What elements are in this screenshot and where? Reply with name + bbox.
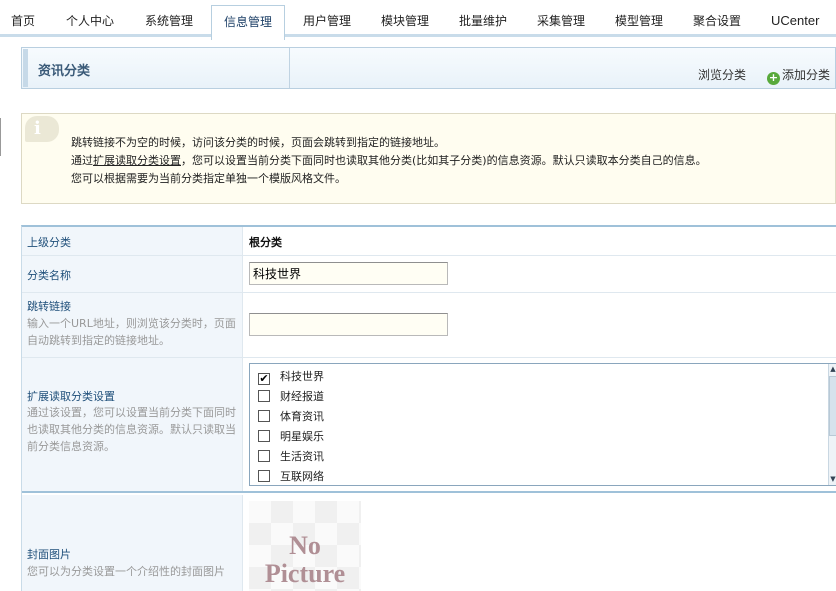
checklist-item-label: 明星娱乐 [280, 430, 324, 443]
nav-tab-users[interactable]: 用户管理 [303, 12, 351, 29]
row-label-cell: 上级分类 [22, 227, 243, 255]
nav-tab-home[interactable]: 首页 [11, 12, 35, 29]
top-nav: 首页 个人中心 系统管理 信息管理 用户管理 模块管理 批量维护 采集管理 模型… [0, 0, 836, 40]
row-label-cell: 跳转链接 输入一个URL地址，则浏览该分类时，页面自动跳转到指定的链接地址。 [22, 293, 243, 357]
checkbox[interactable] [258, 430, 270, 442]
checklist-item-label: 财经报道 [280, 390, 324, 403]
redirect-link-input[interactable] [249, 313, 448, 336]
checklist-item-label: 互联网络 [280, 470, 324, 483]
checkbox[interactable]: ✔ [258, 373, 270, 385]
cover-image-label: 封面图片 [27, 548, 71, 561]
header-accent [23, 49, 28, 87]
cover-image-desc: 您可以为分类设置一个介绍性的封面图片 [27, 565, 225, 578]
category-name-label: 分类名称 [27, 269, 71, 282]
nav-tab-personal[interactable]: 个人中心 [66, 12, 114, 29]
checklist-item[interactable]: ✔ 科技世界 [258, 368, 324, 388]
checklist-item-label: 生活资讯 [280, 450, 324, 463]
plus-circle-icon: + [767, 71, 780, 85]
row-redirect-link: 跳转链接 输入一个URL地址，则浏览该分类时，页面自动跳转到指定的链接地址。 [22, 293, 836, 358]
row-cover-image: 封面图片 您可以为分类设置一个介绍性的封面图片 No Picture [22, 495, 836, 591]
checkbox[interactable] [258, 390, 270, 402]
left-divider [0, 118, 1, 156]
checklist-item[interactable]: 财经报道 [258, 388, 324, 408]
no-picture-text-1: No [289, 531, 321, 560]
scroll-down-arrow-icon[interactable]: ▼ [829, 475, 836, 484]
info-icon: i [25, 116, 59, 142]
help-notice: i 跳转链接不为空的时候，访问该分类的时候，页面会跳转到指定的链接地址。 通过扩… [21, 113, 836, 204]
row-extend-categories: 扩展读取分类设置 通过该设置，您可以设置当前分类下面同时也读取其他分类的信息资源… [22, 358, 836, 493]
checkbox[interactable] [258, 450, 270, 462]
row-value-cell [244, 256, 836, 292]
parent-category-value: 根分类 [249, 236, 282, 249]
row-category-name: 分类名称 [22, 256, 836, 293]
header-divider [289, 48, 290, 88]
row-parent-category: 上级分类 根分类 [22, 227, 836, 256]
no-picture-text-2: Picture [264, 559, 346, 588]
scroll-thumb[interactable] [829, 376, 836, 436]
category-name-input[interactable] [249, 262, 448, 285]
nav-tab-collect[interactable]: 采集管理 [537, 12, 585, 29]
add-category-label: 添加分类 [782, 68, 831, 82]
nav-tab-info[interactable]: 信息管理 [211, 5, 286, 40]
page-title: 资讯分类 [38, 64, 91, 79]
row-value-cell: 根分类 [244, 227, 836, 255]
row-value-cell: No Picture [244, 495, 836, 591]
checklist-scrollbar[interactable]: ▲ ▼ [828, 364, 836, 485]
extend-categories-desc: 通过该设置，您可以设置当前分类下面同时也读取其他分类的信息资源。默认只读取当前分… [27, 406, 236, 453]
checklist-item[interactable]: 生活资讯 [258, 448, 324, 468]
checklist-item[interactable]: 明星娱乐 [258, 428, 324, 448]
parent-category-label: 上级分类 [27, 236, 71, 249]
row-label-cell: 扩展读取分类设置 通过该设置，您可以设置当前分类下面同时也读取其他分类的信息资源… [22, 358, 243, 491]
notice-line-2-pre: 通过 [71, 154, 93, 167]
checklist-item-label: 体育资讯 [280, 410, 324, 423]
row-label-cell: 封面图片 您可以为分类设置一个介绍性的封面图片 [22, 495, 243, 591]
nav-tab-ucenter[interactable]: UCenter [771, 13, 819, 28]
browse-categories-link[interactable]: 浏览分类 [698, 66, 746, 83]
checkbox[interactable] [258, 470, 270, 482]
notice-line-1: 跳转链接不为空的时候，访问该分类的时候，页面会跳转到指定的链接地址。 [71, 136, 445, 149]
extend-categories-label: 扩展读取分类设置 [27, 390, 115, 403]
extend-setting-link[interactable]: 扩展读取分类设置 [93, 154, 181, 167]
nav-tab-models[interactable]: 模型管理 [615, 12, 663, 29]
checkbox[interactable] [258, 410, 270, 422]
row-value-cell: ✔ 科技世界 财经报道 体育资讯 明星娱乐 生活资讯 互联网络 ▲ ▼ [244, 358, 836, 491]
row-value-cell [244, 293, 836, 357]
category-form: 上级分类 根分类 分类名称 跳转链接 输入一个URL地址，则浏览该分类时，页面自… [21, 225, 836, 591]
cover-image-placeholder[interactable]: No Picture [249, 501, 361, 591]
scroll-up-arrow-icon[interactable]: ▲ [829, 365, 836, 374]
nav-tab-system[interactable]: 系统管理 [145, 12, 193, 29]
checklist-item[interactable]: 体育资讯 [258, 408, 324, 428]
notice-line-2: 通过扩展读取分类设置，您可以设置当前分类下面同时也读取其他分类(比如其子分类)的… [71, 152, 707, 168]
nav-tab-batch[interactable]: 批量维护 [459, 12, 507, 29]
notice-line-3: 您可以根据需要为当前分类指定单独一个模版风格文件。 [71, 172, 346, 185]
checklist-item[interactable]: 互联网络 [258, 468, 324, 485]
section-header: 资讯分类 浏览分类 + 添加分类 [21, 47, 836, 89]
notice-line-2-post: ，您可以设置当前分类下面同时也读取其他分类(比如其子分类)的信息资源。默认只读取… [181, 154, 707, 167]
redirect-link-desc: 输入一个URL地址，则浏览该分类时，页面自动跳转到指定的链接地址。 [27, 317, 236, 347]
category-checklist[interactable]: ✔ 科技世界 财经报道 体育资讯 明星娱乐 生活资讯 互联网络 ▲ ▼ [249, 363, 836, 486]
row-label-cell: 分类名称 [22, 256, 243, 292]
add-category-button[interactable]: + 添加分类 [767, 66, 830, 85]
nav-tab-modules[interactable]: 模块管理 [381, 12, 429, 29]
nav-tab-aggregate[interactable]: 聚合设置 [693, 12, 741, 29]
redirect-link-label: 跳转链接 [27, 300, 71, 313]
checklist-item-label: 科技世界 [280, 370, 324, 383]
